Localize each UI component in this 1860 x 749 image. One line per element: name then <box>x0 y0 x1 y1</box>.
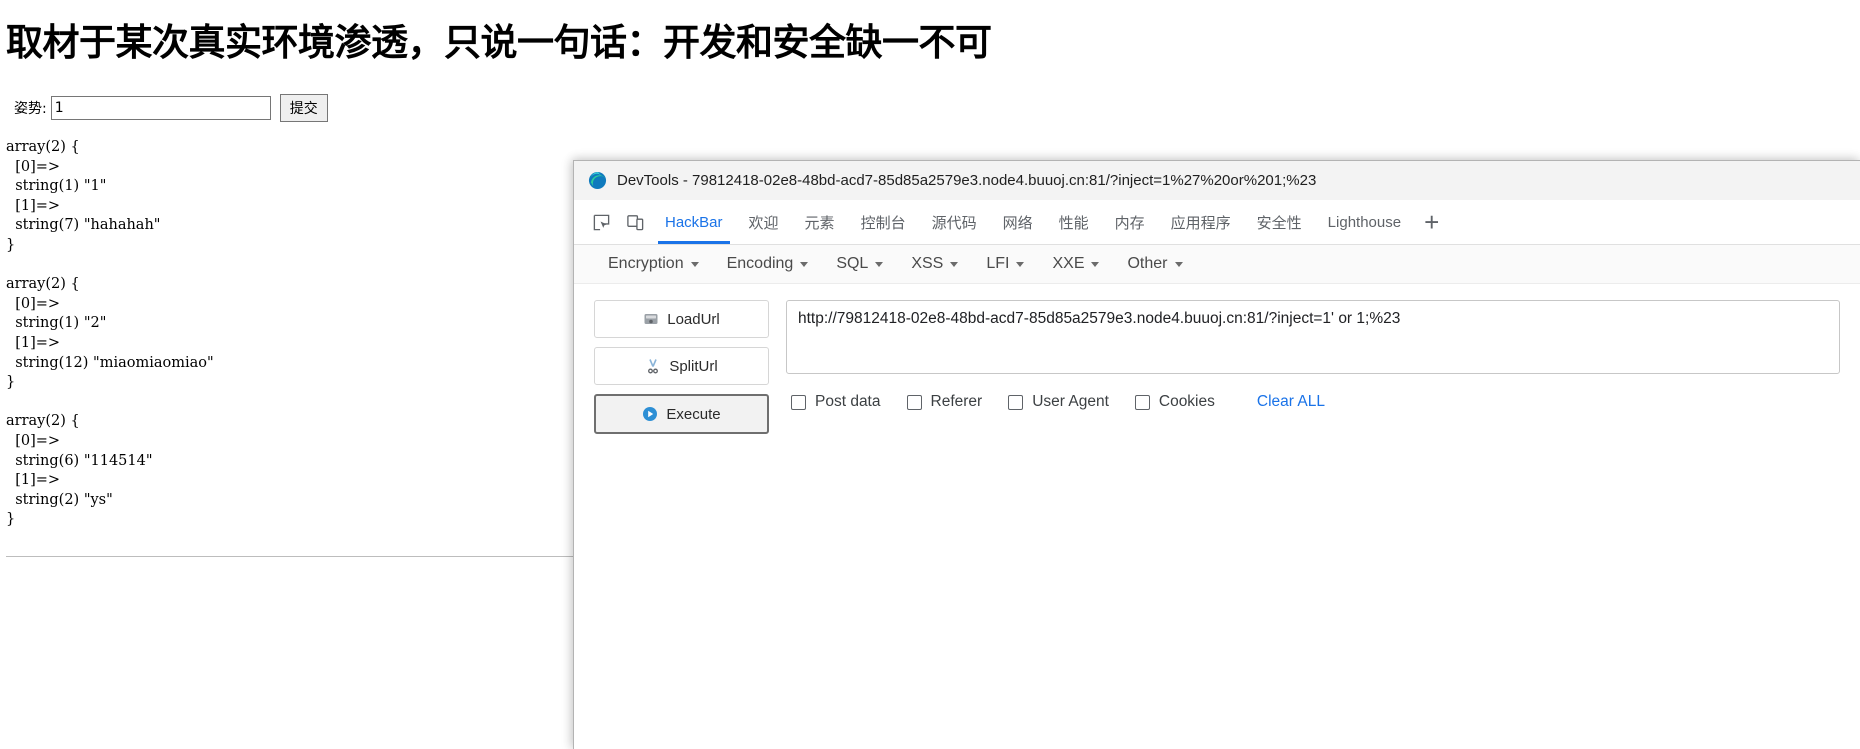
chevron-down-icon <box>690 261 699 267</box>
chevron-down-icon <box>950 261 959 267</box>
tab-security[interactable]: 安全性 <box>1244 200 1315 244</box>
tab-label: 源代码 <box>931 214 977 232</box>
checkbox-icon <box>791 394 806 410</box>
chevron-down-icon <box>800 261 809 267</box>
cookies-checkbox[interactable]: Cookies <box>1134 393 1215 411</box>
tab-console[interactable]: 控制台 <box>848 200 919 244</box>
tab-label: 内存 <box>1114 214 1145 232</box>
hackbar-actions: LoadUrl SplitUrl Execute <box>594 300 769 434</box>
submit-button[interactable]: 提交 <box>279 94 328 122</box>
device-toolbar-icon[interactable] <box>618 200 652 244</box>
menu-xxe[interactable]: XXE <box>1038 250 1113 278</box>
checkbox-label: User Agent <box>1032 393 1109 410</box>
menu-label: SQL <box>836 255 869 272</box>
add-panel-button[interactable]: + <box>1414 200 1449 244</box>
tab-label: Lighthouse <box>1327 213 1402 231</box>
tab-hackbar[interactable]: HackBar <box>652 200 736 244</box>
tab-sources[interactable]: 源代码 <box>919 200 990 244</box>
tab-label: HackBar <box>665 213 723 231</box>
checkbox-icon <box>1008 394 1024 410</box>
load-url-button[interactable]: LoadUrl <box>594 300 769 338</box>
menu-label: XSS <box>911 255 944 272</box>
button-label: Execute <box>666 405 721 423</box>
split-url-icon <box>645 358 661 374</box>
tab-label: 网络 <box>1002 214 1033 232</box>
checkbox-label: Post data <box>815 393 881 410</box>
devtools-titlebar: DevTools - 79812418-02e8-48bd-acd7-85d85… <box>574 161 1860 200</box>
menu-other[interactable]: Other <box>1113 250 1196 278</box>
post-data-checkbox[interactable]: Post data <box>791 393 881 411</box>
checkbox-icon <box>1134 394 1150 410</box>
menu-sql[interactable]: SQL <box>822 250 897 278</box>
tab-performance[interactable]: 性能 <box>1046 200 1102 244</box>
execute-icon <box>642 406 658 422</box>
menu-label: XXE <box>1052 255 1085 272</box>
devtools-window: DevTools - 79812418-02e8-48bd-acd7-85d85… <box>573 160 1860 749</box>
hackbar-panel: Encryption Encoding SQL XSS LFI XXE Othe… <box>574 245 1860 434</box>
tab-memory[interactable]: 内存 <box>1102 200 1158 244</box>
menu-encryption[interactable]: Encryption <box>594 250 713 278</box>
menu-label: Encryption <box>608 255 684 272</box>
tab-label: 欢迎 <box>748 214 779 232</box>
injection-form: 姿势: 提交 <box>14 94 1860 122</box>
tab-label: 元素 <box>804 214 835 232</box>
button-label: LoadUrl <box>667 310 720 328</box>
clear-all-link[interactable]: Clear ALL <box>1257 393 1325 411</box>
button-label: SplitUrl <box>669 357 718 375</box>
checkbox-label: Referer <box>930 393 983 410</box>
tab-application[interactable]: 应用程序 <box>1158 200 1244 244</box>
page-title: 取材于某次真实环境渗透，只说一句话：开发和安全缺一不可 <box>6 21 992 64</box>
menu-label: LFI <box>986 255 1010 272</box>
edge-logo-icon <box>588 171 607 190</box>
tab-label: 控制台 <box>860 214 906 232</box>
hackbar-body: LoadUrl SplitUrl Execute http://79812418… <box>574 284 1860 434</box>
execute-button[interactable]: Execute <box>594 394 769 434</box>
tab-label: 安全性 <box>1256 214 1302 232</box>
load-url-icon <box>643 311 659 327</box>
devtools-tabbar: HackBar 欢迎 元素 控制台 源代码 网络 性能 内存 应用程序 安全性 … <box>574 200 1860 245</box>
menu-label: Other <box>1127 255 1168 272</box>
tab-lighthouse[interactable]: Lighthouse <box>1315 200 1414 244</box>
url-input[interactable]: http://79812418-02e8-48bd-acd7-85d85a257… <box>786 300 1840 374</box>
menu-encoding[interactable]: Encoding <box>713 250 823 278</box>
posture-label: 姿势: <box>14 101 47 117</box>
chevron-down-icon <box>875 261 884 267</box>
split-url-button[interactable]: SplitUrl <box>594 347 769 385</box>
tab-welcome[interactable]: 欢迎 <box>736 200 792 244</box>
menu-lfi[interactable]: LFI <box>972 250 1038 278</box>
devtools-title: DevTools - 79812418-02e8-48bd-acd7-85d85… <box>617 171 1317 189</box>
tab-network[interactable]: 网络 <box>990 200 1046 244</box>
hackbar-right: http://79812418-02e8-48bd-acd7-85d85a257… <box>786 300 1840 434</box>
checkbox-icon <box>906 394 922 410</box>
menu-xss[interactable]: XSS <box>897 250 972 278</box>
menu-label: Encoding <box>726 255 794 272</box>
tab-label: 性能 <box>1058 214 1089 232</box>
chevron-down-icon <box>1091 261 1100 267</box>
tab-elements[interactable]: 元素 <box>792 200 848 244</box>
chevron-down-icon <box>1016 261 1025 267</box>
user-agent-checkbox[interactable]: User Agent <box>1008 393 1109 411</box>
referer-checkbox[interactable]: Referer <box>906 393 983 411</box>
chevron-down-icon <box>1174 261 1183 267</box>
hackbar-menubar: Encryption Encoding SQL XSS LFI XXE Othe… <box>574 245 1860 284</box>
inspect-element-icon[interactable] <box>584 200 618 244</box>
hackbar-options: Post data Referer User Agent Cookies Cle… <box>786 393 1840 411</box>
tab-label: 应用程序 <box>1170 214 1231 232</box>
checkbox-label: Cookies <box>1158 393 1215 410</box>
posture-input[interactable] <box>50 96 271 120</box>
